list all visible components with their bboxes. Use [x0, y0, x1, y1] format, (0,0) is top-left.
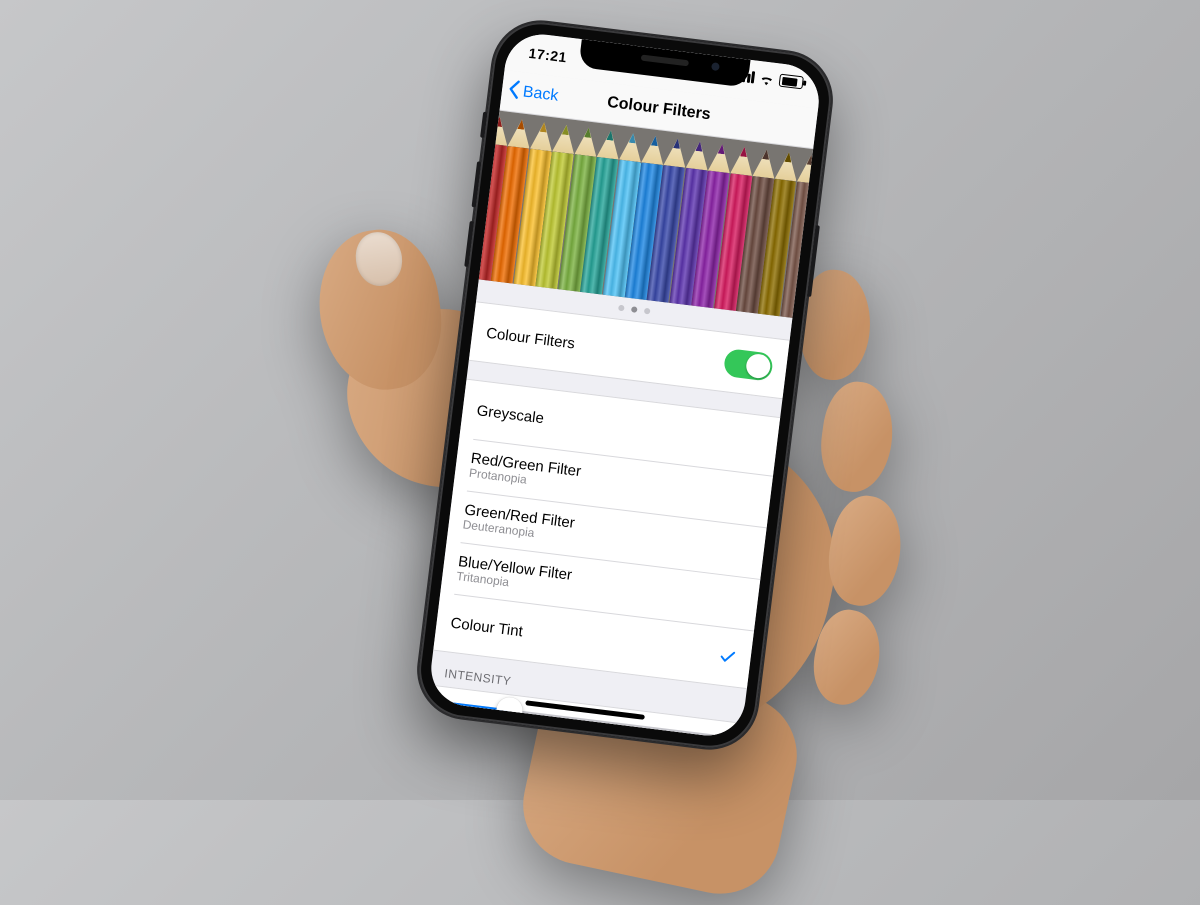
volume-up-button: [472, 161, 482, 207]
wifi-icon: [759, 72, 775, 86]
filter-list: GreyscaleRed/Green FilterProtanopiaGreen…: [433, 379, 780, 689]
intensity-slider-thumb[interactable]: [495, 696, 524, 725]
phone-device: 17:21: [414, 17, 837, 753]
colour-filters-toggle-label: Colour Filters: [485, 324, 576, 352]
back-label: Back: [522, 83, 560, 105]
filter-option-label: Colour Tint: [450, 614, 524, 640]
chevron-left-icon: [506, 78, 522, 104]
page-title: Colour Filters: [606, 94, 711, 125]
volume-down-button: [464, 221, 474, 267]
filter-option-label: Greyscale: [476, 402, 545, 427]
power-button: [807, 225, 820, 297]
silence-switch: [480, 112, 487, 138]
battery-icon: [779, 74, 804, 90]
colour-filters-toggle[interactable]: [723, 348, 774, 382]
back-button[interactable]: Back: [506, 71, 561, 117]
status-time: 17:21: [528, 45, 568, 66]
checkmark-icon: [718, 647, 738, 667]
